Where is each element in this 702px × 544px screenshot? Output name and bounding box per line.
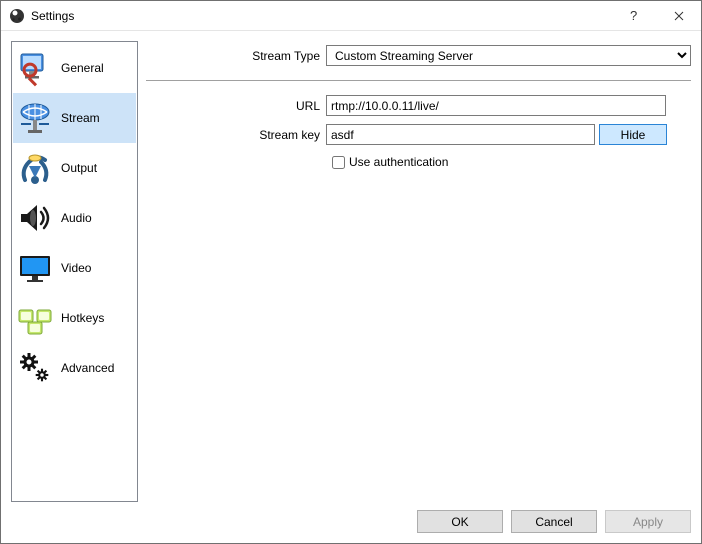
use-auth-checkbox[interactable] xyxy=(332,156,345,169)
stream-key-label: Stream key xyxy=(146,128,326,142)
stream-key-row: Stream key Hide xyxy=(146,124,691,145)
url-label: URL xyxy=(146,99,326,113)
use-auth-label: Use authentication xyxy=(349,155,448,169)
app-icon xyxy=(9,8,25,24)
window-title: Settings xyxy=(31,9,611,23)
stream-key-input[interactable] xyxy=(326,124,595,145)
cancel-button[interactable]: Cancel xyxy=(511,510,597,533)
apply-button[interactable]: Apply xyxy=(605,510,691,533)
hide-button[interactable]: Hide xyxy=(599,124,667,145)
url-input[interactable] xyxy=(326,95,666,116)
svg-text:?: ? xyxy=(630,9,637,23)
sidebar-item-label: Video xyxy=(61,261,91,275)
dialog-footer: OK Cancel Apply xyxy=(1,502,701,543)
audio-icon xyxy=(15,198,55,238)
sidebar: General xyxy=(11,41,138,502)
use-auth-row: Use authentication xyxy=(332,155,691,169)
general-icon xyxy=(15,48,55,88)
sidebar-item-label: Advanced xyxy=(61,361,114,375)
sidebar-item-stream[interactable]: Stream xyxy=(13,93,136,143)
stream-type-row: Stream Type Custom Streaming Server xyxy=(146,45,691,66)
sidebar-item-hotkeys[interactable]: Hotkeys xyxy=(13,293,136,343)
sidebar-item-label: Stream xyxy=(61,111,100,125)
titlebar: Settings ? xyxy=(1,1,701,31)
sidebar-item-label: General xyxy=(61,61,104,75)
help-button[interactable]: ? xyxy=(611,1,656,30)
video-icon xyxy=(15,248,55,288)
advanced-icon xyxy=(15,348,55,388)
stream-type-label: Stream Type xyxy=(146,49,326,63)
close-button[interactable] xyxy=(656,1,701,30)
url-row: URL xyxy=(146,95,691,116)
sidebar-item-output[interactable]: Output xyxy=(13,143,136,193)
separator xyxy=(146,80,691,81)
content-pane: Stream Type Custom Streaming Server URL … xyxy=(146,41,691,502)
dialog-body: General xyxy=(1,31,701,502)
sidebar-item-general[interactable]: General xyxy=(13,43,136,93)
sidebar-item-video[interactable]: Video xyxy=(13,243,136,293)
sidebar-item-label: Hotkeys xyxy=(61,311,104,325)
sidebar-item-advanced[interactable]: Advanced xyxy=(13,343,136,393)
hotkeys-icon xyxy=(15,298,55,338)
settings-window: Settings ? xyxy=(0,0,702,544)
sidebar-item-label: Audio xyxy=(61,211,92,225)
output-icon xyxy=(15,148,55,188)
sidebar-item-audio[interactable]: Audio xyxy=(13,193,136,243)
stream-type-select[interactable]: Custom Streaming Server xyxy=(326,45,691,66)
ok-button[interactable]: OK xyxy=(417,510,503,533)
stream-icon xyxy=(15,98,55,138)
sidebar-item-label: Output xyxy=(61,161,97,175)
